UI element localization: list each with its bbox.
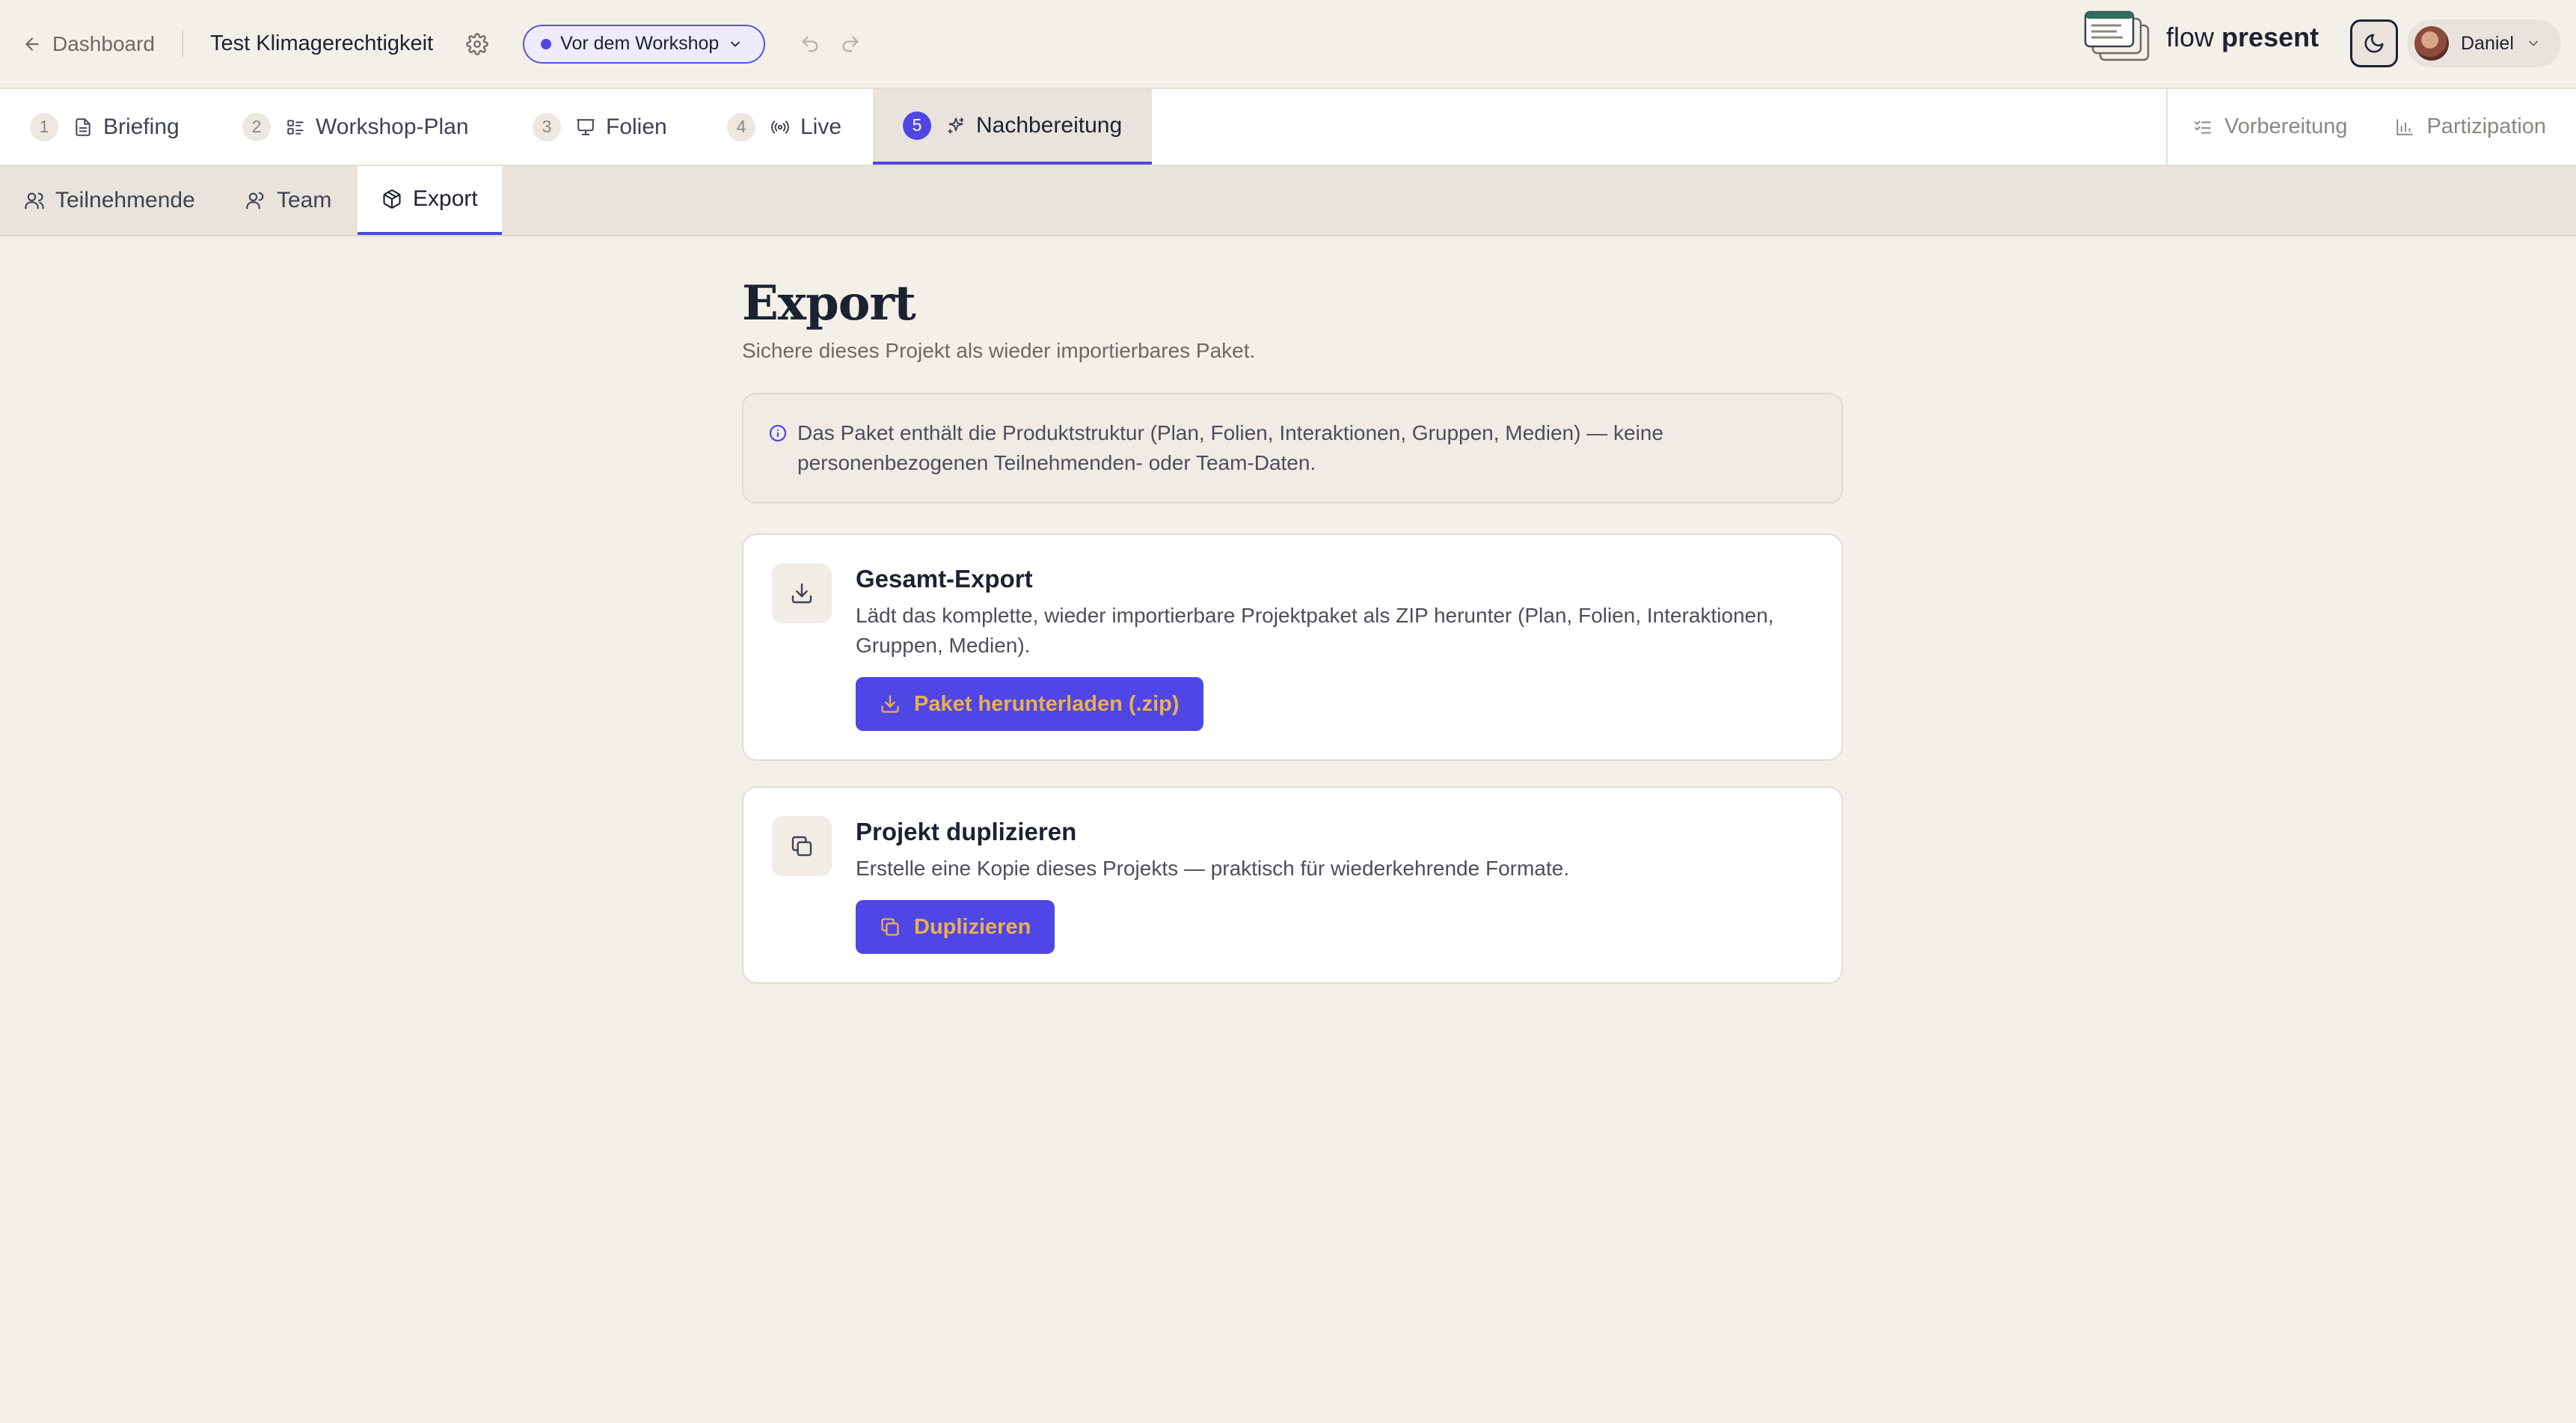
sparkle-icon	[948, 117, 964, 134]
info-text: Das Paket enthält die Produktstruktur (P…	[797, 421, 1663, 474]
download-icon	[772, 563, 832, 623]
step-tab-live[interactable]: 4 Live	[727, 89, 841, 165]
info-icon	[769, 424, 787, 442]
plan-list-icon	[287, 119, 304, 135]
undo-redo-group	[800, 34, 861, 55]
workshop-status-dropdown[interactable]: Vor dem Workshop	[523, 24, 766, 64]
bar-chart-icon	[2396, 118, 2414, 135]
sub-tabs: Teilnehmende Team Export	[0, 166, 2576, 236]
copy-icon	[881, 918, 899, 936]
step-number: 5	[903, 111, 931, 140]
mode-label: Partizipation	[2426, 114, 2547, 138]
full-export-card: Gesamt-Export Lädt das komplette, wieder…	[742, 533, 1843, 761]
card-description: Lädt das komplette, wieder importierbare…	[856, 604, 1774, 657]
card-title: Gesamt-Export	[856, 565, 1033, 593]
step-number: 4	[727, 112, 755, 141]
mode-partizipation[interactable]: Partizipation	[2395, 114, 2546, 139]
card-description: Erstelle eine Kopie dieses Projekts — pr…	[856, 857, 1569, 880]
package-icon	[383, 189, 401, 209]
button-label: Paket herunterladen (.zip)	[914, 691, 1180, 716]
step-tab-briefing[interactable]: 1 Briefing	[30, 89, 180, 165]
step-label: Live	[800, 114, 842, 139]
project-title: Test Klimagerechtigkeit	[209, 31, 434, 55]
status-dot	[541, 38, 552, 49]
back-label: Dashboard	[52, 31, 155, 55]
export-page: Export Sichere dieses Projekt als wieder…	[742, 236, 1843, 984]
back-to-dashboard-link[interactable]: Dashboard	[22, 32, 155, 56]
team-icon	[246, 192, 264, 209]
subtab-teilnehmende[interactable]: Teilnehmende	[24, 166, 195, 235]
divider	[181, 29, 183, 58]
step-number: 2	[242, 112, 271, 141]
moon-icon	[2364, 34, 2384, 53]
chevron-down-icon	[731, 41, 740, 46]
step-label: Nachbereitung	[976, 112, 1123, 138]
users-icon	[25, 192, 44, 209]
page-title: Export	[742, 275, 916, 331]
button-label: Duplizieren	[914, 914, 1031, 939]
mode-label: Vorbereitung	[2224, 114, 2348, 138]
brand: flow present	[2084, 10, 2319, 64]
step-tab-folien[interactable]: 3 Folien	[533, 89, 667, 165]
download-icon	[881, 695, 899, 713]
subtab-label: Team	[277, 188, 332, 212]
redo-icon[interactable]	[840, 34, 861, 55]
document-icon	[76, 117, 91, 136]
subtab-label: Export	[413, 186, 478, 211]
subtab-team[interactable]: Team	[245, 166, 331, 235]
card-title: Projekt duplizieren	[856, 818, 1077, 845]
copy-icon	[772, 816, 832, 876]
workflow-steps: 1 Briefing 2 Workshop-Plan 3 Folien 4 Li…	[0, 89, 2576, 166]
step-tab-nachbereitung[interactable]: 5 Nachbereitung	[873, 89, 1153, 165]
duplicate-button[interactable]: Duplizieren	[856, 900, 1055, 954]
chevron-down-icon	[2528, 40, 2538, 46]
download-package-button[interactable]: Paket herunterladen (.zip)	[856, 677, 1203, 731]
top-bar: Dashboard Test Klimagerechtigkeit Vor de…	[0, 0, 2576, 89]
duplicate-project-card: Projekt duplizieren Erstelle eine Kopie …	[742, 786, 1843, 984]
brand-name-light: flow	[2166, 22, 2215, 52]
step-tab-workshop-plan[interactable]: 2 Workshop-Plan	[242, 89, 469, 165]
mode-vorbereitung[interactable]: Vorbereitung	[2193, 114, 2347, 139]
step-label: Folien	[606, 114, 667, 139]
info-notice: Das Paket enthält die Produktstruktur (P…	[742, 393, 1843, 504]
undo-icon[interactable]	[800, 34, 821, 55]
app-root: Dashboard Test Klimagerechtigkeit Vor de…	[0, 0, 2576, 1423]
user-menu-button[interactable]: Daniel	[2407, 19, 2561, 67]
subtab-export[interactable]: Export	[358, 166, 502, 235]
mode-switch: Vorbereitung Partizipation	[2166, 89, 2576, 165]
presentation-icon	[577, 118, 595, 135]
gear-icon[interactable]	[466, 32, 489, 55]
arrow-left-icon	[22, 34, 42, 54]
step-label: Workshop-Plan	[316, 114, 469, 139]
brand-logo-icon	[2084, 10, 2150, 61]
checklist-icon	[2195, 120, 2211, 134]
subtab-label: Teilnehmende	[55, 188, 195, 212]
theme-toggle-button[interactable]	[2350, 19, 2398, 67]
avatar	[2414, 26, 2449, 61]
step-label: Briefing	[103, 114, 180, 139]
brand-name: flow present	[2166, 22, 2319, 53]
page-subtitle: Sichere dieses Projekt als wieder import…	[742, 339, 1256, 362]
step-number: 1	[30, 112, 58, 141]
step-number: 3	[533, 112, 561, 141]
broadcast-icon	[771, 120, 789, 134]
brand-name-bold: present	[2221, 22, 2319, 52]
user-name: Daniel	[2461, 32, 2514, 54]
status-label: Vor dem Workshop	[560, 33, 720, 54]
